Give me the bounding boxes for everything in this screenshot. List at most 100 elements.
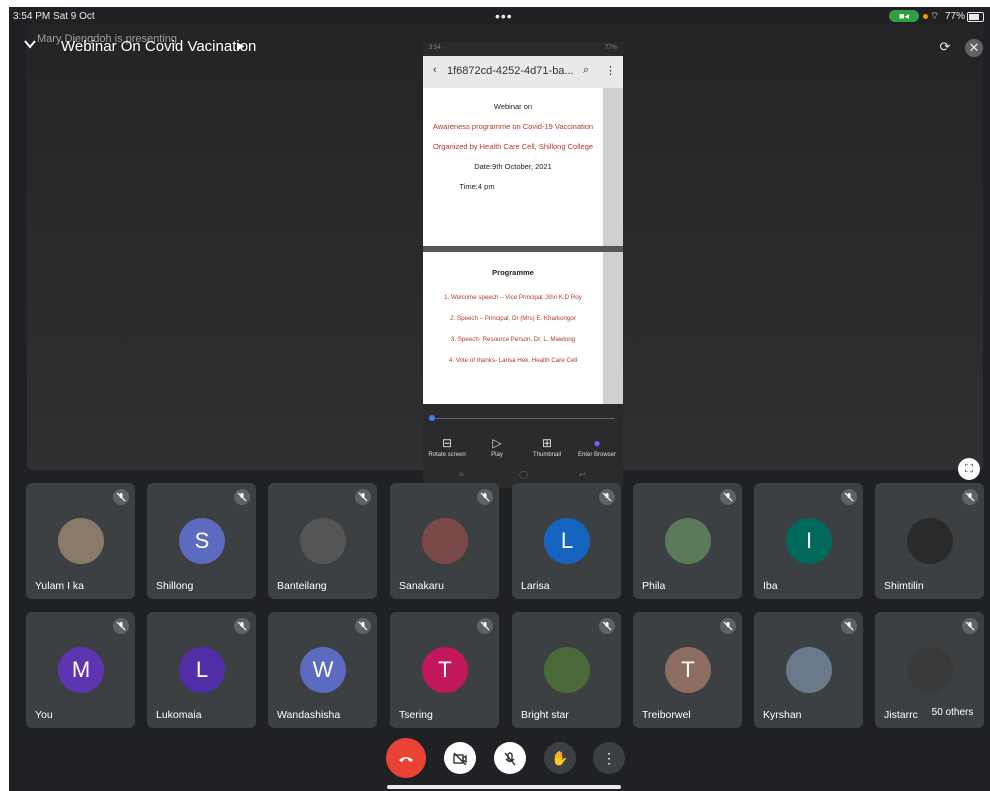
shared-phone-screen: 3:54 77% ‹ 1f6872cd-4252-4d71-ba... ⌕ ⋮ … (423, 42, 623, 488)
mic-muted-icon (841, 618, 857, 634)
mic-muted-icon (720, 618, 736, 634)
camera-off-button[interactable] (444, 742, 476, 774)
mic-off-icon (504, 752, 516, 766)
participant-tile[interactable]: M You (26, 612, 135, 728)
participant-tile[interactable]: Sanakaru (390, 483, 499, 599)
chevron-down-icon[interactable] (23, 37, 37, 51)
avatar (665, 518, 711, 564)
camera-switch-icon[interactable]: ⟳ (935, 39, 955, 59)
participant-tile[interactable]: L Larisa (512, 483, 621, 599)
participant-tile[interactable]: W Wandashisha (268, 612, 377, 728)
title-caret-icon[interactable]: ▶ (237, 41, 245, 52)
doc-line: Awareness programme on Covid-19 Vaccinat… (432, 122, 594, 131)
participant-name: Yulam I ka (35, 580, 85, 592)
participant-tile[interactable]: Bright star (512, 612, 621, 728)
multitask-dots[interactable]: ••• (495, 8, 513, 24)
participant-name: Phila (642, 580, 666, 592)
others-count-button[interactable]: 50 others (925, 704, 980, 722)
battery-percent: 77% (945, 11, 966, 22)
avatar (907, 647, 953, 693)
more-options-button[interactable]: ⋮ (593, 742, 625, 774)
search-icon[interactable]: ⌕ (583, 64, 589, 77)
participant-name: Bright star (521, 709, 569, 721)
camera-active-icon: ■◂ (889, 10, 919, 22)
doc-viewer-toolbar: ‹ 1f6872cd-4252-4d71-ba... ⌕ ⋮ (423, 56, 623, 88)
end-call-icon (399, 757, 413, 763)
page-scroll-strip[interactable] (603, 252, 623, 404)
mic-muted-icon (599, 489, 615, 505)
participant-name: Treiborwel (642, 709, 691, 721)
fullscreen-icon[interactable]: ⛶ (958, 458, 980, 480)
back-nav-icon[interactable]: ↩ (579, 470, 586, 479)
participant-tile[interactable]: I Iba (754, 483, 863, 599)
participant-tile[interactable]: Kyrshan (754, 612, 863, 728)
home-nav-icon[interactable]: ◯ (519, 470, 528, 479)
mic-muted-icon (599, 618, 615, 634)
doc-line: Date:9th October, 2021 (474, 162, 552, 171)
participant-name: Shimtilin (884, 580, 924, 592)
rotate-screen-button[interactable]: ⊟ Rotate screen (425, 436, 469, 458)
presentation-stage: 3:54 77% ‹ 1f6872cd-4252-4d71-ba... ⌕ ⋮ … (27, 24, 983, 488)
more-vert-icon[interactable]: ⋮ (605, 64, 616, 77)
avatar: I (786, 518, 832, 564)
doc-line: Webinar on (493, 102, 533, 111)
participant-name: Banteilang (277, 580, 327, 592)
participant-tile[interactable]: S Shillong (147, 483, 256, 599)
rotate-icon: ⊟ (441, 436, 453, 450)
mic-off-button[interactable] (494, 742, 526, 774)
page-slider[interactable] (431, 418, 615, 419)
back-icon[interactable]: ‹ (433, 64, 437, 76)
participant-tile[interactable]: Phila (633, 483, 742, 599)
raise-hand-icon: ✋ (551, 750, 569, 766)
camera-off-icon (453, 752, 467, 766)
mic-muted-icon (355, 618, 371, 634)
participant-tile[interactable]: Jistarrc 50 others (875, 612, 984, 728)
mic-muted-icon (477, 618, 493, 634)
participant-tile[interactable]: T Treiborwel (633, 612, 742, 728)
battery-icon (967, 12, 984, 22)
audio-off-icon[interactable]: ✕ (965, 39, 983, 57)
participant-name: Sanakaru (399, 580, 444, 592)
page-scroll-strip[interactable] (603, 88, 623, 246)
wifi-icon: ⌔ (930, 11, 940, 22)
page-slider-knob[interactable] (429, 415, 435, 421)
participant-grid: Yulam I ka S Shillong Banteilang Sanakaru L La… (26, 483, 986, 733)
avatar: S (179, 518, 225, 564)
mic-muted-icon (355, 489, 371, 505)
end-call-button[interactable] (386, 738, 426, 778)
avatar (907, 518, 953, 564)
participant-name: Shillong (156, 580, 194, 592)
avatar (300, 518, 346, 564)
home-indicator[interactable] (387, 785, 621, 789)
mic-muted-icon (234, 489, 250, 505)
play-button[interactable]: ▷ Play (475, 436, 519, 458)
thumbnail-button[interactable]: ⊞ Thumbnail (525, 436, 569, 458)
participant-tile[interactable]: T Tsering (390, 612, 499, 728)
avatar: M (58, 647, 104, 693)
meet-screen: 3:54 PM Sat 9 Oct ••• ■◂ ⌔ 77% 3:54 77% … (9, 7, 990, 791)
browser-icon: ● (593, 436, 601, 450)
enter-browser-button[interactable]: ● Enter Browser (575, 436, 619, 458)
mic-muted-icon (962, 618, 978, 634)
participant-tile[interactable]: Shimtilin (875, 483, 984, 599)
participant-name: Iba (763, 580, 778, 592)
more-vert-icon: ⋮ (602, 750, 616, 766)
doc-line: Organized by Health Care Cell, Shillong … (432, 142, 594, 151)
programme-item: 3. Speech- Resource Person, Dr. L. Mawlo… (450, 336, 576, 343)
programme-item: 2. Speech – Principal, Dr (Mrs) E. Khark… (450, 315, 576, 322)
play-icon: ▷ (492, 436, 502, 450)
document-page-1: Webinar on Awareness programme on Covid-… (423, 88, 603, 246)
participant-tile[interactable]: L Lukomaia (147, 612, 256, 728)
doc-line: Time:4 pm (459, 182, 495, 191)
menu-nav-icon[interactable]: ≡ (459, 470, 464, 479)
programme-item: 4. Vote of thanks- Larisa Hek, Health Ca… (448, 357, 578, 364)
phone-time: 3:54 (429, 45, 441, 51)
raise-hand-button[interactable]: ✋ (544, 742, 576, 774)
doc-viewer-bottom-bar: ⊟ Rotate screen ▷ Play ⊞ Thumbnail ● Enter B… (423, 404, 623, 488)
status-bar: 3:54 PM Sat 9 Oct ••• ■◂ ⌔ 77% (9, 7, 990, 25)
participant-tile[interactable]: Yulam I ka (26, 483, 135, 599)
participant-tile[interactable]: Banteilang (268, 483, 377, 599)
meeting-title[interactable]: Webinar On Covid Vacination (61, 38, 256, 55)
avatar: W (300, 647, 346, 693)
mic-muted-icon (234, 618, 250, 634)
